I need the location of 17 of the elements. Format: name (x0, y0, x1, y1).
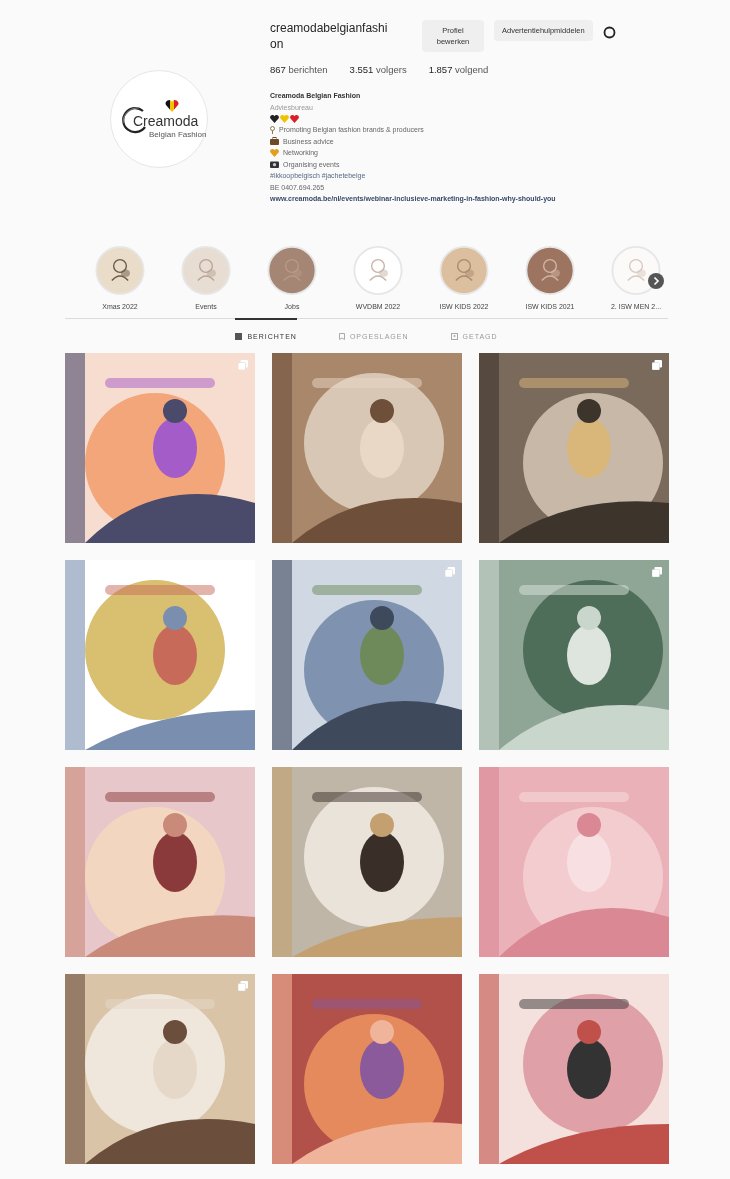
logo-subtext: Belgian Fashion (149, 130, 207, 139)
logo-text: Creamoda (133, 113, 199, 129)
camera-icon (270, 160, 279, 169)
heart-icon (165, 99, 179, 113)
profile-stat[interactable]: 1.857 volgend (428, 64, 489, 75)
profile-stat[interactable]: 867 berichten (270, 64, 328, 75)
grid-icon (235, 333, 243, 340)
settings-icon[interactable] (602, 26, 616, 39)
pin-icon (270, 125, 275, 134)
profile-stat[interactable]: 3.551 volgers (349, 64, 407, 75)
username: creamodabelgianfashion (270, 20, 389, 52)
tag-icon (450, 332, 458, 340)
briefcase-icon (270, 137, 279, 146)
hearts-icon (270, 115, 300, 123)
heart-icon (270, 148, 279, 157)
bookmark-icon (338, 332, 345, 340)
profile-avatar[interactable]: Creamoda Belgian Fashion (110, 70, 208, 168)
